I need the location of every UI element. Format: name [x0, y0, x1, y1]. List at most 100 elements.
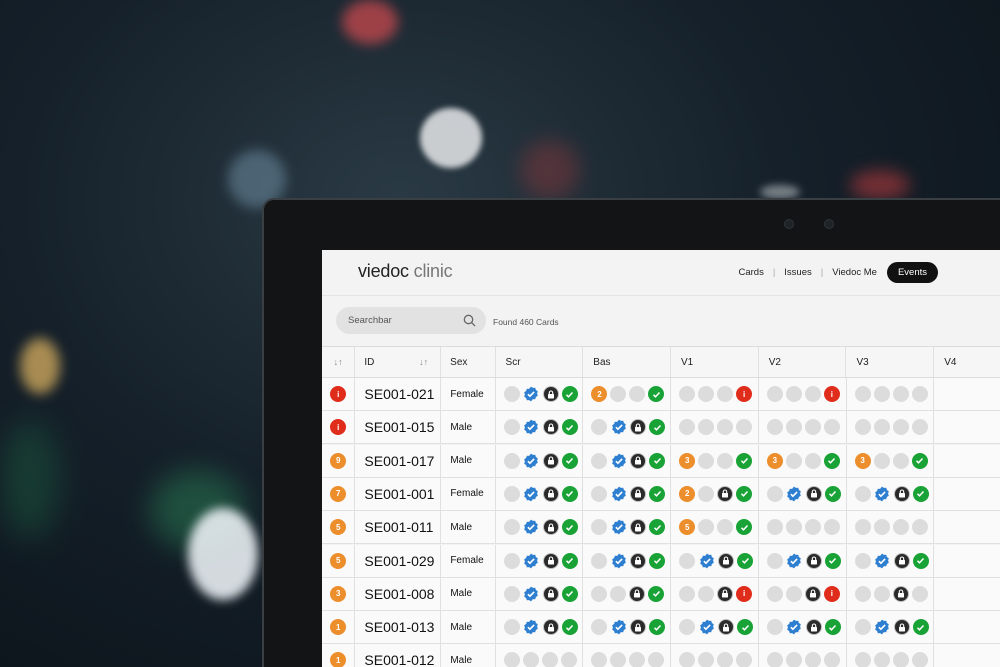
search-placeholder: Searchbar: [348, 315, 392, 326]
visit-cell[interactable]: [759, 511, 847, 544]
visit-cell[interactable]: [847, 511, 935, 544]
table-row[interactable]: i SE001-015 Male: [322, 411, 1000, 445]
visit-cell[interactable]: [934, 511, 1000, 543]
visit-cell[interactable]: [671, 544, 759, 577]
subject-id[interactable]: SE001-011: [364, 519, 433, 535]
visit-cell[interactable]: [583, 477, 672, 510]
visit-cell[interactable]: [496, 544, 584, 577]
visit-cell[interactable]: [847, 577, 935, 610]
visit-cell[interactable]: [847, 411, 935, 444]
subject-sex: Male: [450, 588, 473, 600]
visit-cell[interactable]: 2: [583, 378, 672, 410]
subject-id[interactable]: SE001-021: [364, 386, 434, 402]
column-header[interactable]: Sex: [441, 347, 496, 377]
visit-cell[interactable]: [847, 644, 935, 667]
table-row[interactable]: 7 SE001-001 Female 2: [322, 477, 1000, 511]
visit-cell[interactable]: [583, 411, 672, 444]
visit-cell[interactable]: [847, 378, 935, 410]
visit-cell[interactable]: [583, 611, 672, 644]
visit-cell[interactable]: [583, 644, 672, 667]
empty-circle-icon: [873, 519, 890, 536]
visit-cell[interactable]: [759, 477, 847, 510]
sort-icon[interactable]: ↓↑: [334, 357, 343, 367]
count-badge: 2: [679, 485, 696, 502]
visit-cell[interactable]: [934, 611, 1000, 643]
column-header: Scr: [496, 347, 584, 377]
visit-cell[interactable]: [496, 378, 584, 410]
nav-cards[interactable]: Cards: [738, 267, 763, 278]
visit-cell[interactable]: [671, 411, 759, 444]
column-label: Scr: [505, 356, 521, 368]
subject-id[interactable]: SE001-017: [364, 453, 434, 469]
nav-issues[interactable]: Issues: [784, 267, 811, 278]
table-row[interactable]: 1 SE001-013 Male: [322, 611, 1000, 645]
visit-cell[interactable]: [934, 545, 1000, 577]
visit-cell[interactable]: 3: [671, 444, 759, 477]
sex-cell: Female: [441, 378, 496, 410]
table-row[interactable]: 9 SE001-017 Male 3 3 3: [322, 444, 1000, 478]
column-header[interactable]: ID ↓↑: [355, 347, 442, 377]
subject-id[interactable]: SE001-013: [364, 619, 434, 635]
visit-cell[interactable]: i: [671, 378, 759, 410]
visit-cell[interactable]: 3: [759, 444, 847, 477]
empty-circle-icon: [911, 386, 928, 402]
visit-cell[interactable]: [671, 644, 759, 667]
subject-id[interactable]: SE001-008: [364, 586, 434, 602]
visit-cell[interactable]: [496, 644, 584, 667]
visit-cell[interactable]: [759, 544, 847, 577]
column-header[interactable]: ↓↑: [322, 347, 356, 377]
visit-cell[interactable]: [847, 611, 935, 644]
visit-cell[interactable]: 2: [671, 477, 759, 510]
status-badge: 5: [330, 552, 347, 569]
visit-cell[interactable]: [934, 411, 1000, 443]
visit-cell[interactable]: [583, 511, 672, 544]
lock-icon: [893, 485, 910, 502]
table-row[interactable]: 3 SE001-008 Male i i: [322, 577, 1000, 611]
visit-cell[interactable]: [496, 577, 584, 610]
subject-id[interactable]: SE001-012: [364, 652, 434, 667]
visit-cell[interactable]: [934, 445, 1000, 477]
visit-cell[interactable]: i: [671, 577, 759, 610]
visit-cell[interactable]: [496, 477, 584, 510]
sort-icon[interactable]: ↓↑: [419, 357, 428, 367]
visit-cell[interactable]: [847, 477, 935, 510]
table-row[interactable]: i SE001-021 Female 2 i i: [322, 378, 1000, 411]
subject-id[interactable]: SE001-029: [364, 553, 434, 569]
check-circle-icon: [561, 552, 578, 569]
table-row[interactable]: 5 SE001-029 Female: [322, 544, 1000, 578]
visit-cell[interactable]: [759, 644, 847, 667]
empty-circle-icon: [785, 585, 802, 602]
visit-cell[interactable]: i: [759, 378, 847, 410]
visit-cell[interactable]: [583, 577, 672, 610]
nav-events[interactable]: Events: [886, 262, 938, 283]
visit-cell[interactable]: [934, 644, 1000, 667]
table-row[interactable]: 5 SE001-011 Male 5: [322, 511, 1000, 545]
visit-cell[interactable]: [496, 444, 584, 477]
visit-cell[interactable]: [759, 611, 847, 644]
visit-cell[interactable]: [847, 544, 935, 577]
subject-id[interactable]: SE001-015: [364, 419, 434, 435]
empty-circle-icon: [785, 519, 802, 536]
visit-cell[interactable]: [759, 411, 847, 444]
visit-cell[interactable]: [583, 444, 672, 477]
lock-icon: [805, 619, 822, 636]
visit-cell[interactable]: [934, 478, 1000, 510]
column-label: V1: [681, 356, 694, 368]
subject-id[interactable]: SE001-001: [364, 486, 434, 502]
visit-cell[interactable]: 5: [671, 511, 759, 544]
visit-cell[interactable]: [496, 511, 584, 544]
visit-cell[interactable]: [934, 378, 1000, 410]
visit-cell[interactable]: i: [759, 577, 847, 610]
visit-cell[interactable]: [583, 544, 672, 577]
visit-cell[interactable]: 3: [847, 444, 935, 477]
visit-cell[interactable]: [496, 611, 584, 644]
background-light: [760, 185, 800, 199]
subject-sex: Male: [450, 455, 473, 467]
visit-cell[interactable]: [671, 611, 759, 644]
nav-viedoc-me[interactable]: Viedoc Me: [832, 267, 877, 278]
visit-cell[interactable]: [934, 578, 1000, 610]
visit-cell[interactable]: [496, 411, 584, 444]
verified-badge-icon: [786, 552, 803, 569]
table-row[interactable]: 1 SE001-012 Male: [322, 644, 1000, 667]
search-input[interactable]: Searchbar: [336, 307, 486, 334]
